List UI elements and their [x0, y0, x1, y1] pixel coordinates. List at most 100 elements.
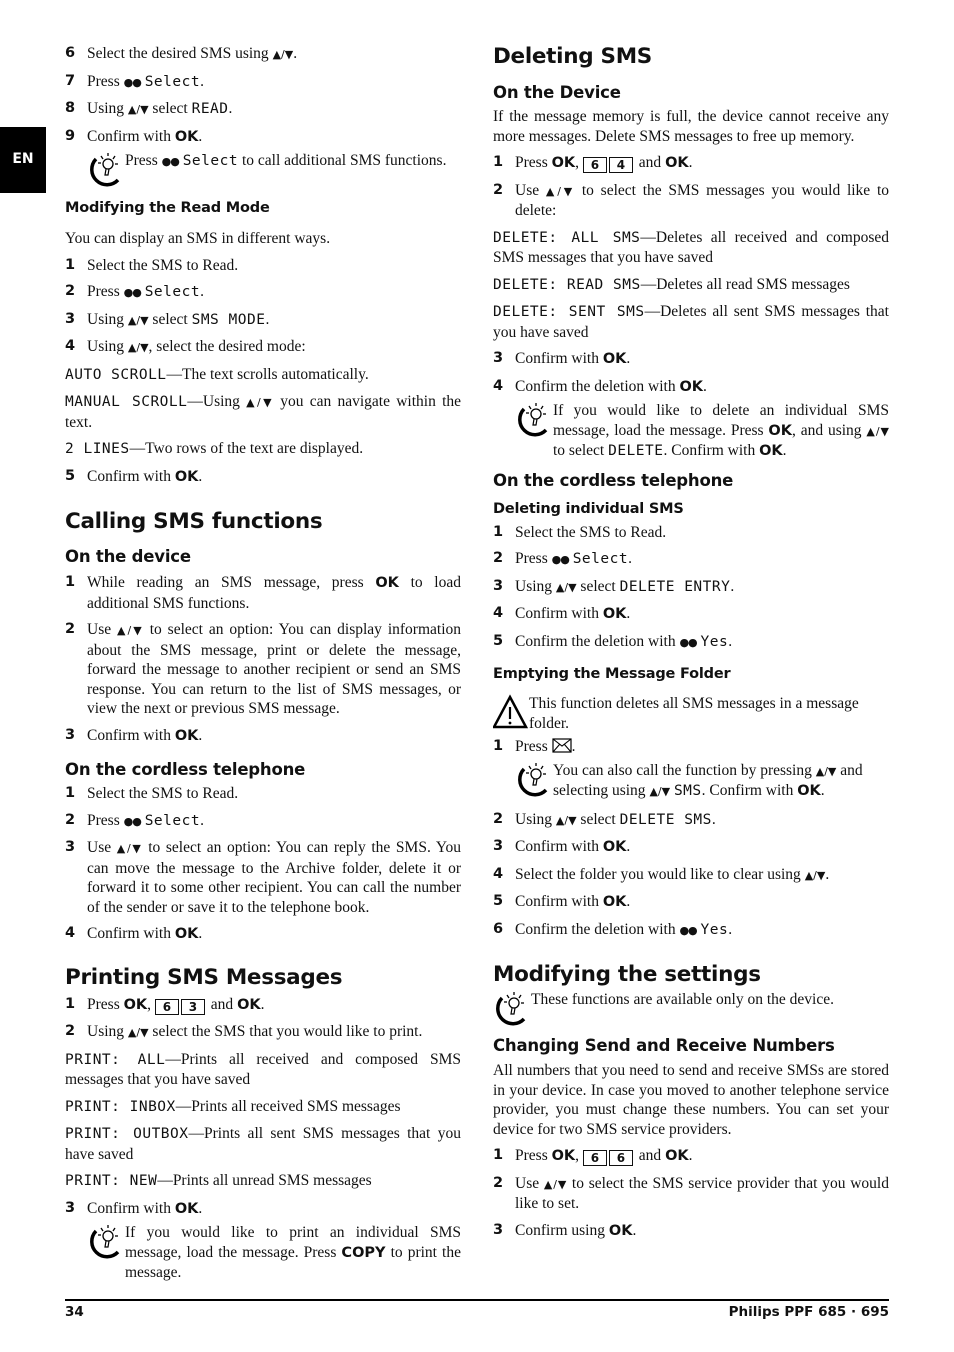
step-text: Use: [515, 181, 546, 199]
step-text: Using: [87, 100, 128, 117]
step-text: Select the SMS to Read.: [87, 785, 239, 802]
ok-key-label: OK: [174, 727, 199, 744]
tip-text: to select: [553, 442, 609, 459]
list-item: 1 Select the SMS to Read.: [65, 784, 461, 804]
up-down-arrows-icon: ▲/▼: [555, 813, 577, 827]
display-text: READ: [191, 101, 229, 117]
step-text: Confirm using: [515, 1221, 609, 1239]
step-text-end: .: [198, 925, 203, 942]
list-item: 9 Confirm with OK.: [65, 127, 461, 148]
step-text: Select the folder you would like to clea…: [515, 865, 805, 883]
page-number: 34: [65, 1304, 84, 1320]
display-text: MANUAL SCROLL: [65, 394, 188, 410]
list-item: 4 Select the folder you would like to cl…: [493, 865, 889, 886]
tip-note: These functions are available only on th…: [493, 990, 889, 1026]
option-description: —Deletes all read SMS messages: [640, 275, 850, 293]
list-item: 1 While reading an SMS message, press OK…: [65, 573, 461, 613]
display-text: 2 LINES: [65, 441, 130, 457]
display-text: AUTO SCROLL: [65, 366, 167, 383]
step-text-end: select the SMS that you would like to pr…: [148, 1023, 423, 1040]
up-down-arrows-icon: ▲/▼: [543, 1177, 568, 1191]
ok-key-label: OK: [375, 575, 399, 591]
step-text: Confirm with: [87, 925, 175, 942]
up-down-arrows-icon: ▲/▼: [649, 785, 671, 798]
step-text-end: to select the SMS service provider that …: [515, 1174, 889, 1213]
softkey-dots-icon: ●●: [551, 553, 570, 566]
step-number: 3: [65, 839, 76, 855]
right-column: Deleting SMS On the Device If the messag…: [493, 44, 889, 1241]
keypad-key: 6: [154, 998, 179, 1015]
step-text: Select the SMS to Read.: [87, 256, 239, 274]
list-item: 5 Confirm the deletion with ●● Yes.: [493, 632, 889, 653]
step-text: Confirm with: [515, 838, 603, 855]
display-text: Select: [572, 551, 629, 567]
tip-note: You can also call the function by pressi…: [515, 761, 889, 802]
keypad-key: 6: [608, 1150, 633, 1166]
step-text: Using: [515, 810, 556, 828]
step-text-end: .: [688, 154, 693, 171]
step-text: Press: [515, 1147, 552, 1164]
footer-divider: [65, 1299, 889, 1301]
display-text: DELETE: READ SMS: [493, 276, 641, 293]
ok-key-label: OK: [665, 155, 689, 171]
step-number: 6: [493, 920, 504, 937]
list-item: 3 Confirm with OK.: [493, 837, 889, 858]
step-number: 2: [493, 550, 504, 566]
step-text-end: to select an option: You can display inf…: [87, 621, 462, 717]
step-text-end: .: [703, 377, 707, 395]
ok-key-label: OK: [608, 1222, 633, 1239]
step-text-end: .: [293, 45, 298, 62]
step-text: and: [206, 995, 238, 1013]
step-number: 2: [493, 181, 504, 198]
tip-text: You can also call the function by pressi…: [553, 761, 816, 779]
step-text-end: .: [228, 100, 233, 117]
print-option: PRINT: ALL—Prints all received and compo…: [65, 1050, 461, 1090]
step-number: 1: [493, 154, 504, 170]
tip-text: Press: [125, 152, 162, 169]
lightbulb-tip-icon: [87, 1223, 125, 1259]
step-number: 1: [65, 256, 76, 273]
ok-key-label: OK: [551, 155, 576, 171]
display-text: PRINT: ALL: [65, 1051, 166, 1068]
display-text: DELETE ENTRY: [619, 578, 731, 595]
keypad-key: 4: [608, 157, 633, 173]
list-item: 1 Select the SMS to Read.: [65, 256, 461, 276]
softkey-dots-icon: ●●: [123, 286, 142, 299]
copy-key-label: COPY: [341, 1244, 386, 1261]
section-heading: Modifying the Read Mode: [65, 200, 270, 216]
step-text: and: [634, 154, 666, 171]
display-text: Select: [182, 153, 239, 169]
step-number: 1: [65, 785, 76, 801]
list-item: 4 Using ▲/▼, select the desired mode:: [65, 337, 461, 358]
tip-note: Press ●● Select to call additional SMS f…: [87, 151, 461, 187]
tip-text: . Confirm with: [663, 442, 760, 459]
ok-key-label: OK: [174, 128, 199, 145]
subsection-heading: On the cordless telephone: [493, 470, 734, 490]
up-down-arrows-icon: ▲/▼: [246, 396, 274, 409]
step-number: 4: [493, 605, 504, 621]
footer-product-title: Philips PPF 685 · 695: [728, 1304, 889, 1320]
step-text: Press: [87, 283, 124, 300]
step-number: 2: [493, 1174, 504, 1191]
step-text-end: .: [825, 865, 830, 883]
step-text: Using: [515, 577, 556, 595]
display-text: Select: [144, 812, 201, 829]
display-text: DELETE: ALL SMS: [493, 229, 641, 246]
display-text: PRINT: NEW: [65, 1173, 158, 1189]
step-number: 4: [65, 338, 76, 354]
step-text-end: .: [200, 283, 204, 300]
step-number: 1: [65, 995, 76, 1012]
list-item: 8 Using ▲/▼ select READ.: [65, 99, 461, 120]
tip-text: . Confirm with: [701, 782, 798, 799]
step-number: 3: [493, 577, 504, 594]
step-text: Confirm with: [515, 893, 603, 910]
step-number: 2: [65, 811, 76, 828]
step-number: 3: [493, 838, 504, 854]
display-text: PRINT: OUTBOX: [65, 1126, 189, 1142]
envelope-icon: [552, 738, 572, 753]
step-text: Use: [87, 621, 118, 638]
subsection-heading: On the Device: [493, 83, 621, 102]
display-text: DELETE: [608, 443, 664, 459]
list-item: 3 Using ▲/▼ select DELETE ENTRY.: [493, 577, 889, 598]
step-text-end: .: [626, 605, 631, 622]
